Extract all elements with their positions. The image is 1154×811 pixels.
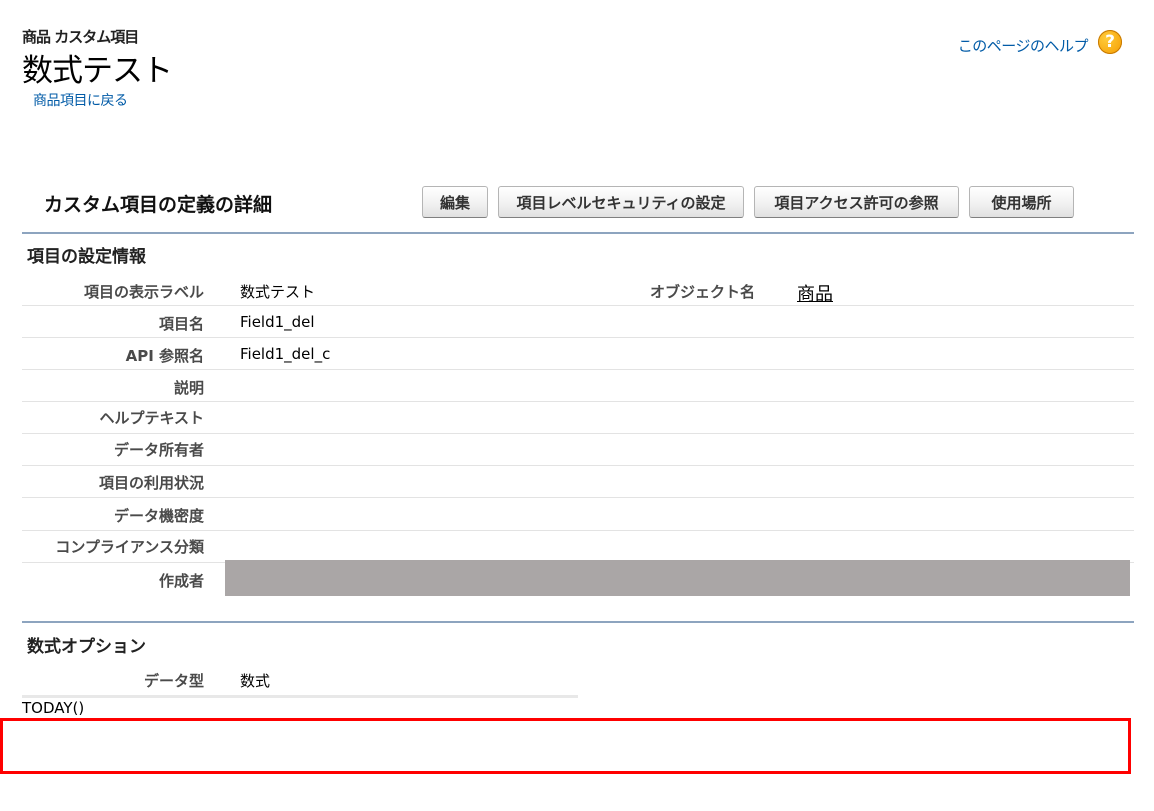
section-title: カスタム項目の定義の詳細 <box>44 194 273 216</box>
row-divider <box>22 695 578 698</box>
row-divider <box>22 497 1134 498</box>
object-type-label: 商品 カスタム項目 <box>22 28 139 46</box>
field-label-value: 数式テスト <box>240 283 316 301</box>
section-divider <box>22 232 1134 234</box>
field-name-label: 項目名 <box>158 315 204 333</box>
object-name-label: オブジェクト名 <box>650 283 756 301</box>
row-divider <box>22 530 1134 531</box>
data-type-label: データ型 <box>143 672 204 690</box>
field-usage-label: 項目の利用状況 <box>98 474 204 492</box>
field-name-value: Field1_del <box>240 313 315 331</box>
section-divider <box>22 621 1134 623</box>
where-used-button[interactable]: 使用場所 <box>969 186 1074 218</box>
api-name-value: Field1_del_c <box>240 345 331 363</box>
help-link[interactable]: このページのヘルプ <box>958 35 1089 56</box>
view-field-access-button[interactable]: 項目アクセス許可の参照 <box>754 186 959 218</box>
row-divider <box>22 369 1134 370</box>
help-text-label: ヘルプテキスト <box>99 409 204 427</box>
row-divider <box>22 305 1134 306</box>
api-name-label: API 参照名 <box>125 347 204 365</box>
row-divider <box>22 401 1134 402</box>
row-divider <box>22 337 1134 338</box>
field-security-button[interactable]: 項目レベルセキュリティの設定 <box>498 186 744 218</box>
formula-text: TODAY() <box>22 699 85 717</box>
created-by-label: 作成者 <box>158 572 204 590</box>
page-title: 数式テスト <box>22 53 173 89</box>
field-label-label: 項目の表示ラベル <box>83 283 204 301</box>
edit-button[interactable]: 編集 <box>422 186 488 218</box>
highlight-box <box>0 718 1131 774</box>
field-info-heading: 項目の設定情報 <box>27 247 146 267</box>
compliance-label: コンプライアンス分類 <box>55 538 204 556</box>
back-to-fields-link[interactable]: 商品項目に戻る <box>33 90 128 110</box>
row-divider <box>22 465 1134 466</box>
created-by-redacted <box>225 560 1130 596</box>
formula-options-heading: 数式オプション <box>27 637 146 657</box>
help-icon[interactable]: ? <box>1098 30 1122 54</box>
row-divider <box>22 433 1134 434</box>
description-label: 説明 <box>173 379 204 397</box>
data-owner-label: データ所有者 <box>113 441 204 459</box>
data-type-value: 数式 <box>240 672 271 690</box>
data-sensitivity-label: データ機密度 <box>113 507 204 525</box>
object-name-link[interactable]: 商品 <box>797 280 833 306</box>
